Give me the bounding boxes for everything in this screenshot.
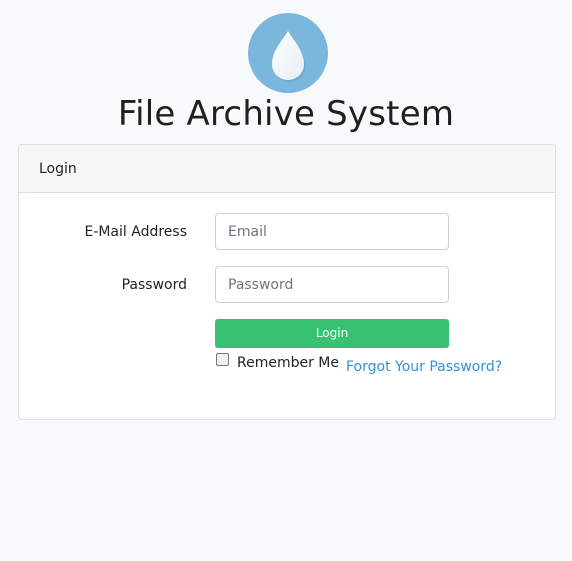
email-field[interactable]: [215, 213, 449, 250]
login-card-header: Login: [19, 145, 555, 193]
remember-me-label[interactable]: Remember Me: [237, 353, 339, 373]
password-field[interactable]: [215, 266, 449, 303]
password-label: Password: [121, 277, 187, 293]
app-logo: [248, 13, 328, 93]
app-title: File Archive System: [117, 94, 455, 134]
forgot-password-link[interactable]: Forgot Your Password?: [346, 357, 502, 377]
login-button[interactable]: Login: [215, 319, 449, 348]
water-drop-icon: [272, 31, 306, 82]
email-label: E-Mail Address: [84, 224, 187, 240]
remember-me[interactable]: Remember Me: [215, 352, 339, 372]
remember-me-checkbox[interactable]: [216, 353, 229, 366]
login-page: File Archive System Login E-Mail Address…: [0, 0, 572, 561]
login-card: Login E-Mail Address Password Login Reme…: [18, 144, 556, 420]
